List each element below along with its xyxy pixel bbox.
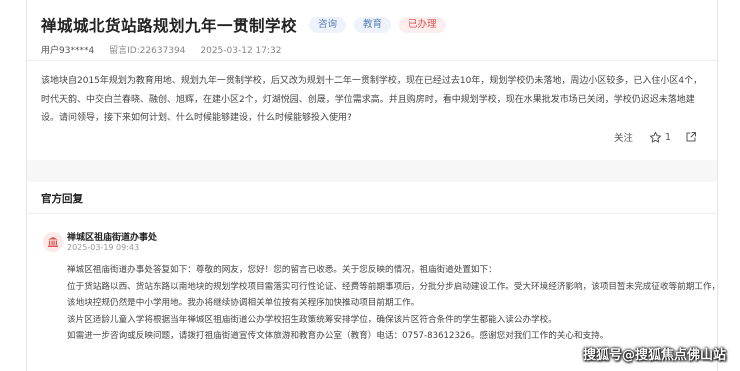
question-header: 禅城城北货站路规划九年一贯制学校 咨询 教育 已办理 用户93****4 留言I… [41, 12, 703, 56]
tag-consult[interactable]: 咨询 [309, 17, 347, 33]
divider [27, 213, 717, 214]
reply-content: 禅城区祖庙街道办事处答复如下：尊敬的网友，您好！您的留言已收悉。关于您反映的情况… [67, 262, 718, 345]
title-row: 禅城城北货站路规划九年一贯制学校 咨询 教育 已办理 [41, 12, 703, 38]
share-icon [686, 132, 696, 142]
reply-date: 2025-03-19 09:43 [67, 243, 140, 252]
message-id: 留言ID:22637394 [109, 46, 186, 56]
question-title: 禅城城北货站路规划九年一贯制学校 [41, 17, 298, 35]
star-count: 1 [664, 131, 671, 143]
share-button[interactable] [685, 131, 697, 143]
question-actions: 关注 1 [614, 130, 697, 144]
message-card: 禅城城北货站路规划九年一贯制学校 咨询 教育 已办理 用户93****4 留言I… [26, 0, 718, 371]
reply-paragraph: 该片区适龄儿童入学将根据当年禅城区祖庙街道公办学校招生政策统筹安排学位，确保该片… [67, 314, 557, 325]
government-building-icon [43, 232, 63, 252]
star-icon [649, 131, 662, 143]
star-button[interactable]: 1 [649, 131, 671, 144]
user-name: 用户93****4 [41, 46, 95, 56]
official-reply-title: 官方回复 [41, 193, 83, 205]
reply-paragraph: 位于货站路以西、货站东路以南地块的规划学校项目需落实可行性论证、经费等前期事项后… [67, 281, 718, 292]
watermark: 搜狐号@搜狐焦点佛山站 [582, 348, 726, 363]
reply-paragraph: 如需进一步咨询或反映问题，请拨打祖庙街道宣传文体旅游和教育办公室（教育）电话：0… [67, 331, 609, 341]
message-datetime: 2025-03-12 17:32 [200, 46, 282, 56]
reply-paragraph: 该地块控规仍然是中小学用地。我办将继续协调相关单位按有关程序加快推动项目前期工作… [67, 298, 420, 308]
reply-paragraph: 禅城区祖庙街道办事处答复如下：尊敬的网友，您好！您的留言已收悉。关于您反映的情况… [67, 265, 497, 275]
tag-status-handled: 已办理 [399, 17, 446, 33]
follow-button[interactable]: 关注 [614, 130, 633, 144]
tag-education[interactable]: 教育 [354, 17, 392, 33]
section-separator [27, 160, 717, 182]
divider [27, 60, 717, 61]
reply-org-name: 禅城区祖庙街道办事处 [67, 233, 158, 243]
question-content: 该地块自2015年规划为教育用地、规划九年一贯制学校，后又改为规划十二年一贯制学… [41, 76, 703, 123]
question-meta: 用户93****4 留言ID:22637394 2025-03-12 17:32 [41, 43, 703, 56]
